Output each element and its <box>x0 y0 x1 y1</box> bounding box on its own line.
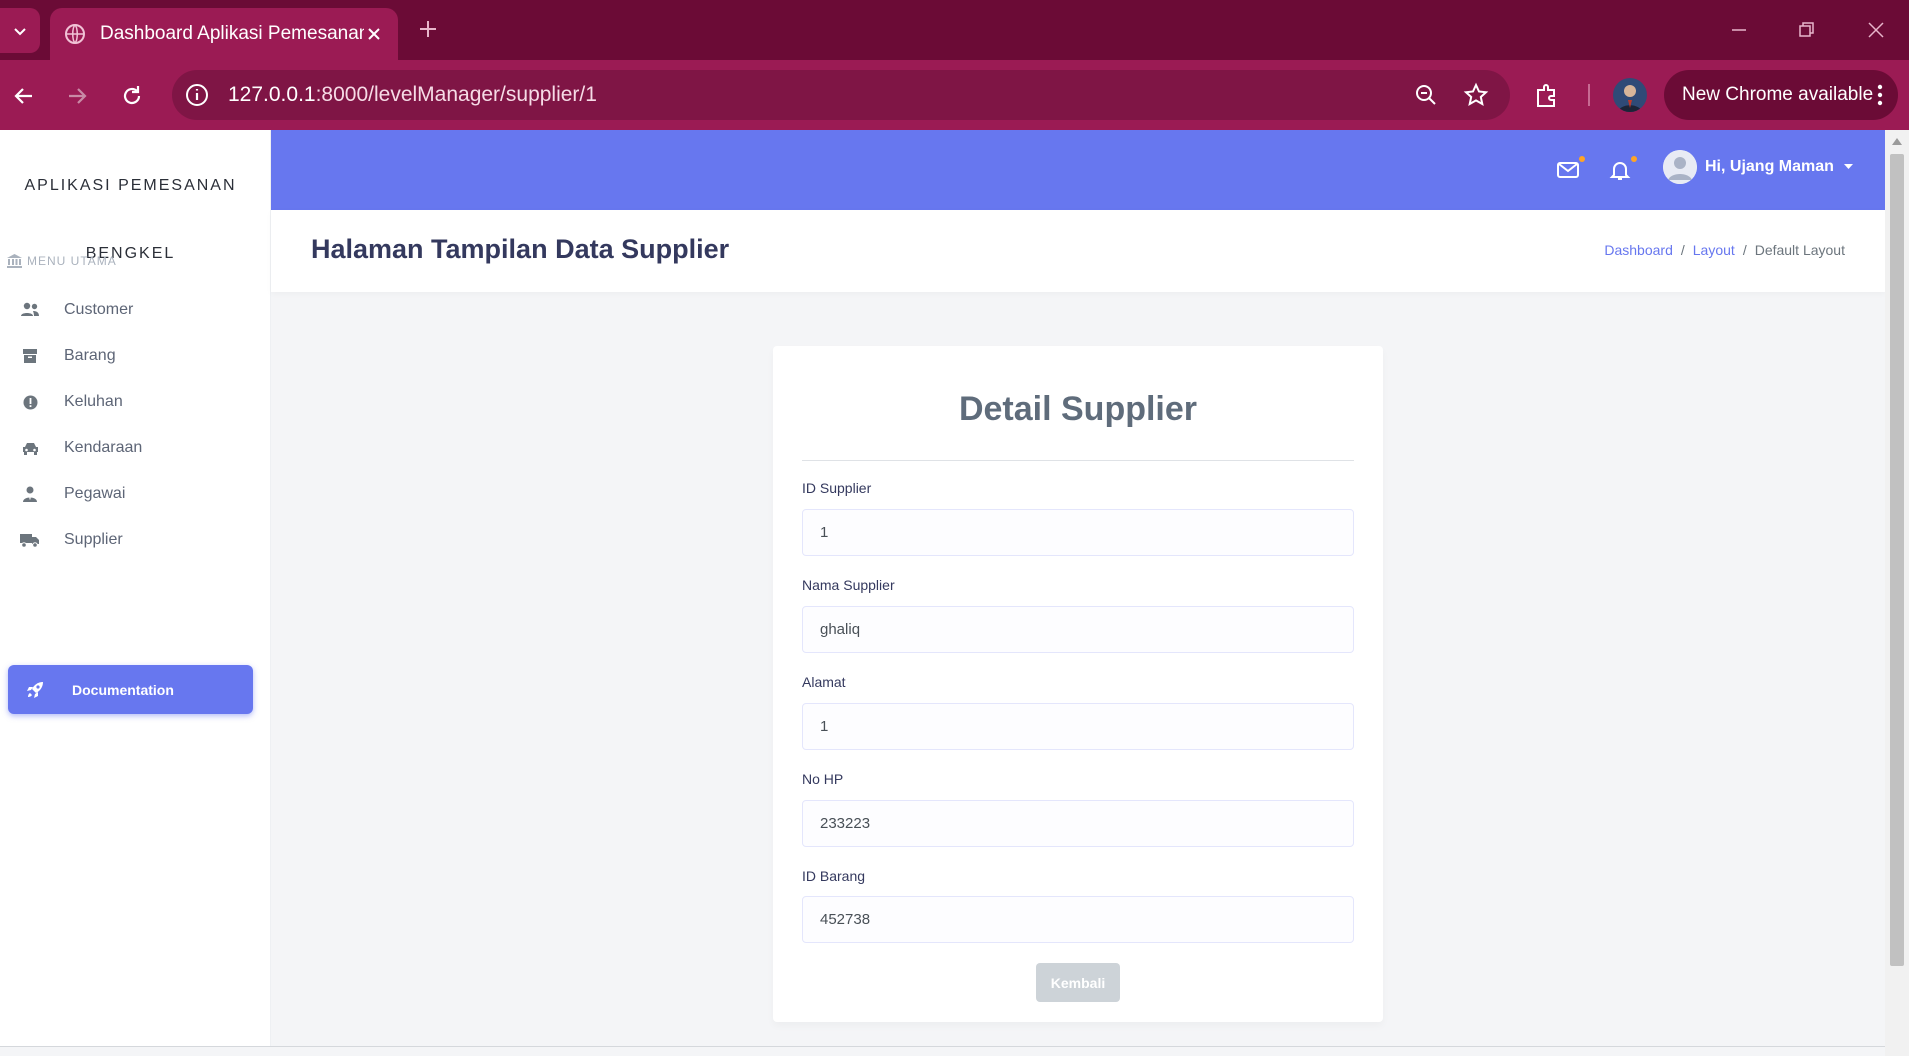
new-tab-icon[interactable] <box>415 16 441 42</box>
sidebar-item-label: Kendaraan <box>64 439 143 456</box>
extensions-icon[interactable] <box>1532 80 1562 110</box>
avatar-placeholder-icon <box>1663 150 1697 184</box>
no-hp-field[interactable]: 233223 <box>802 800 1354 847</box>
menu-header-label: MENU UTAMA <box>27 254 117 268</box>
reload-icon[interactable] <box>118 82 146 110</box>
caret-down-icon <box>1843 164 1853 169</box>
bookmark-star-icon[interactable] <box>1462 81 1490 109</box>
browser-tab[interactable]: Dashboard Aplikasi Pemesanan <box>50 8 398 60</box>
breadcrumb-current: Default Layout <box>1754 242 1845 258</box>
sidebar-item-kendaraan[interactable]: Kendaraan <box>0 426 271 470</box>
globe-icon <box>65 24 85 44</box>
tab-search-button[interactable] <box>0 8 40 53</box>
alamat-label: Alamat <box>802 674 846 690</box>
avatar <box>1663 150 1697 184</box>
profile-avatar[interactable] <box>1613 78 1647 112</box>
restore-icon[interactable] <box>1792 16 1820 44</box>
sidebar-item-label: Customer <box>64 301 134 318</box>
exclamation-icon <box>20 392 40 412</box>
nama-supplier-field[interactable]: ghaliq <box>802 606 1354 653</box>
site-info-icon[interactable] <box>184 82 210 108</box>
browser-tab-bar: Dashboard Aplikasi Pemesanan <box>0 0 1909 60</box>
alamat-field[interactable]: 1 <box>802 703 1354 750</box>
url-path: :8000/levelManager/supplier/1 <box>315 83 597 106</box>
documentation-button[interactable]: Documentation <box>8 665 253 714</box>
car-icon <box>20 438 40 458</box>
toolbar-separator <box>1588 84 1590 106</box>
profile-picture-icon <box>1618 85 1642 112</box>
breadcrumb-dashboard[interactable]: Dashboard <box>1604 242 1673 258</box>
sidebar-item-keluhan[interactable]: Keluhan <box>0 380 271 424</box>
sidebar-item-barang[interactable]: Barang <box>0 334 271 378</box>
sidebar-item-label: Barang <box>64 347 116 364</box>
sidebar-item-label: Pegawai <box>64 485 126 502</box>
url-host: 127.0.0.1 <box>228 83 316 106</box>
page-scrollbar[interactable] <box>1885 130 1909 1056</box>
page-title: Halaman Tampilan Data Supplier <box>311 234 730 264</box>
back-icon[interactable] <box>10 82 38 110</box>
chevron-down-icon <box>14 27 26 35</box>
card-title: Detail Supplier <box>958 390 1198 428</box>
sidebar-item-customer[interactable]: Customer <box>0 288 271 332</box>
box-icon <box>20 346 40 366</box>
update-label: New Chrome available <box>1682 84 1874 105</box>
notification-indicator-dot <box>1631 156 1637 162</box>
nama-supplier-label: Nama Supplier <box>802 577 895 593</box>
sidebar-item-supplier[interactable]: Supplier <box>0 518 271 562</box>
user-tie-icon <box>20 484 40 504</box>
users-icon <box>20 300 40 320</box>
sidebar-item-label: Keluhan <box>64 393 123 410</box>
close-tab-icon[interactable] <box>364 24 384 44</box>
id-supplier-field[interactable]: 1 <box>802 509 1354 556</box>
no-hp-label: No HP <box>802 771 844 787</box>
kembali-button[interactable]: Kembali <box>1036 963 1120 1002</box>
page-bottom-edge <box>0 1046 1885 1056</box>
user-greeting: Hi, Ujang Maman <box>1705 158 1834 175</box>
truck-icon <box>20 530 40 550</box>
brand-line-1: APLIKASI PEMESANAN <box>24 177 237 194</box>
id-barang-label: ID Barang <box>802 868 866 884</box>
address-bar[interactable]: 127.0.0.1:8000/levelManager/supplier/1 <box>172 70 1510 120</box>
zoom-icon[interactable] <box>1412 81 1440 109</box>
page-content: APLIKASI PEMESANAN BENGKEL MENU UTAMA Cu… <box>0 130 1909 1056</box>
menu-header: MENU UTAMA <box>7 254 117 268</box>
breadcrumb-layout[interactable]: Layout <box>1693 242 1735 258</box>
card-divider <box>802 460 1354 461</box>
sidebar-item-label: Supplier <box>64 531 123 548</box>
id-supplier-label: ID Supplier <box>802 480 872 496</box>
user-dropdown[interactable]: Hi, Ujang Maman <box>1663 150 1853 184</box>
bell-icon[interactable] <box>1608 158 1632 182</box>
breadcrumb: Dashboard / Layout / Default Layout <box>1604 242 1845 258</box>
university-icon <box>7 254 22 268</box>
detail-supplier-card: Detail Supplier ID Supplier 1 Nama Suppl… <box>773 346 1383 1022</box>
scrollbar-thumb[interactable] <box>1890 154 1904 966</box>
tab-title: Dashboard Aplikasi Pemesanan <box>100 23 364 44</box>
close-window-icon[interactable] <box>1862 16 1890 44</box>
top-navbar: Hi, Ujang Maman <box>271 130 1885 210</box>
minimize-icon[interactable] <box>1725 16 1753 44</box>
message-indicator-dot <box>1579 156 1585 162</box>
browser-toolbar: 127.0.0.1:8000/levelManager/supplier/1 N… <box>0 60 1909 130</box>
more-menu-icon[interactable] <box>1876 83 1884 107</box>
sidebar: APLIKASI PEMESANAN BENGKEL MENU UTAMA Cu… <box>0 130 271 1056</box>
rocket-icon <box>27 681 43 698</box>
envelope-icon[interactable] <box>1556 158 1580 182</box>
new-chrome-available-button[interactable]: New Chrome available <box>1664 70 1898 120</box>
url-text: 127.0.0.1:8000/levelManager/supplier/1 <box>228 83 597 107</box>
sidebar-item-pegawai[interactable]: Pegawai <box>0 472 271 516</box>
scroll-up-arrow-icon[interactable] <box>1892 138 1902 145</box>
breadcrumb-separator: / <box>1680 242 1685 258</box>
section-header: Halaman Tampilan Data Supplier Dashboard… <box>271 210 1885 292</box>
documentation-label: Documentation <box>72 681 174 698</box>
id-barang-field[interactable]: 452738 <box>802 896 1354 943</box>
forward-icon[interactable] <box>63 82 91 110</box>
breadcrumb-separator: / <box>1742 242 1747 258</box>
